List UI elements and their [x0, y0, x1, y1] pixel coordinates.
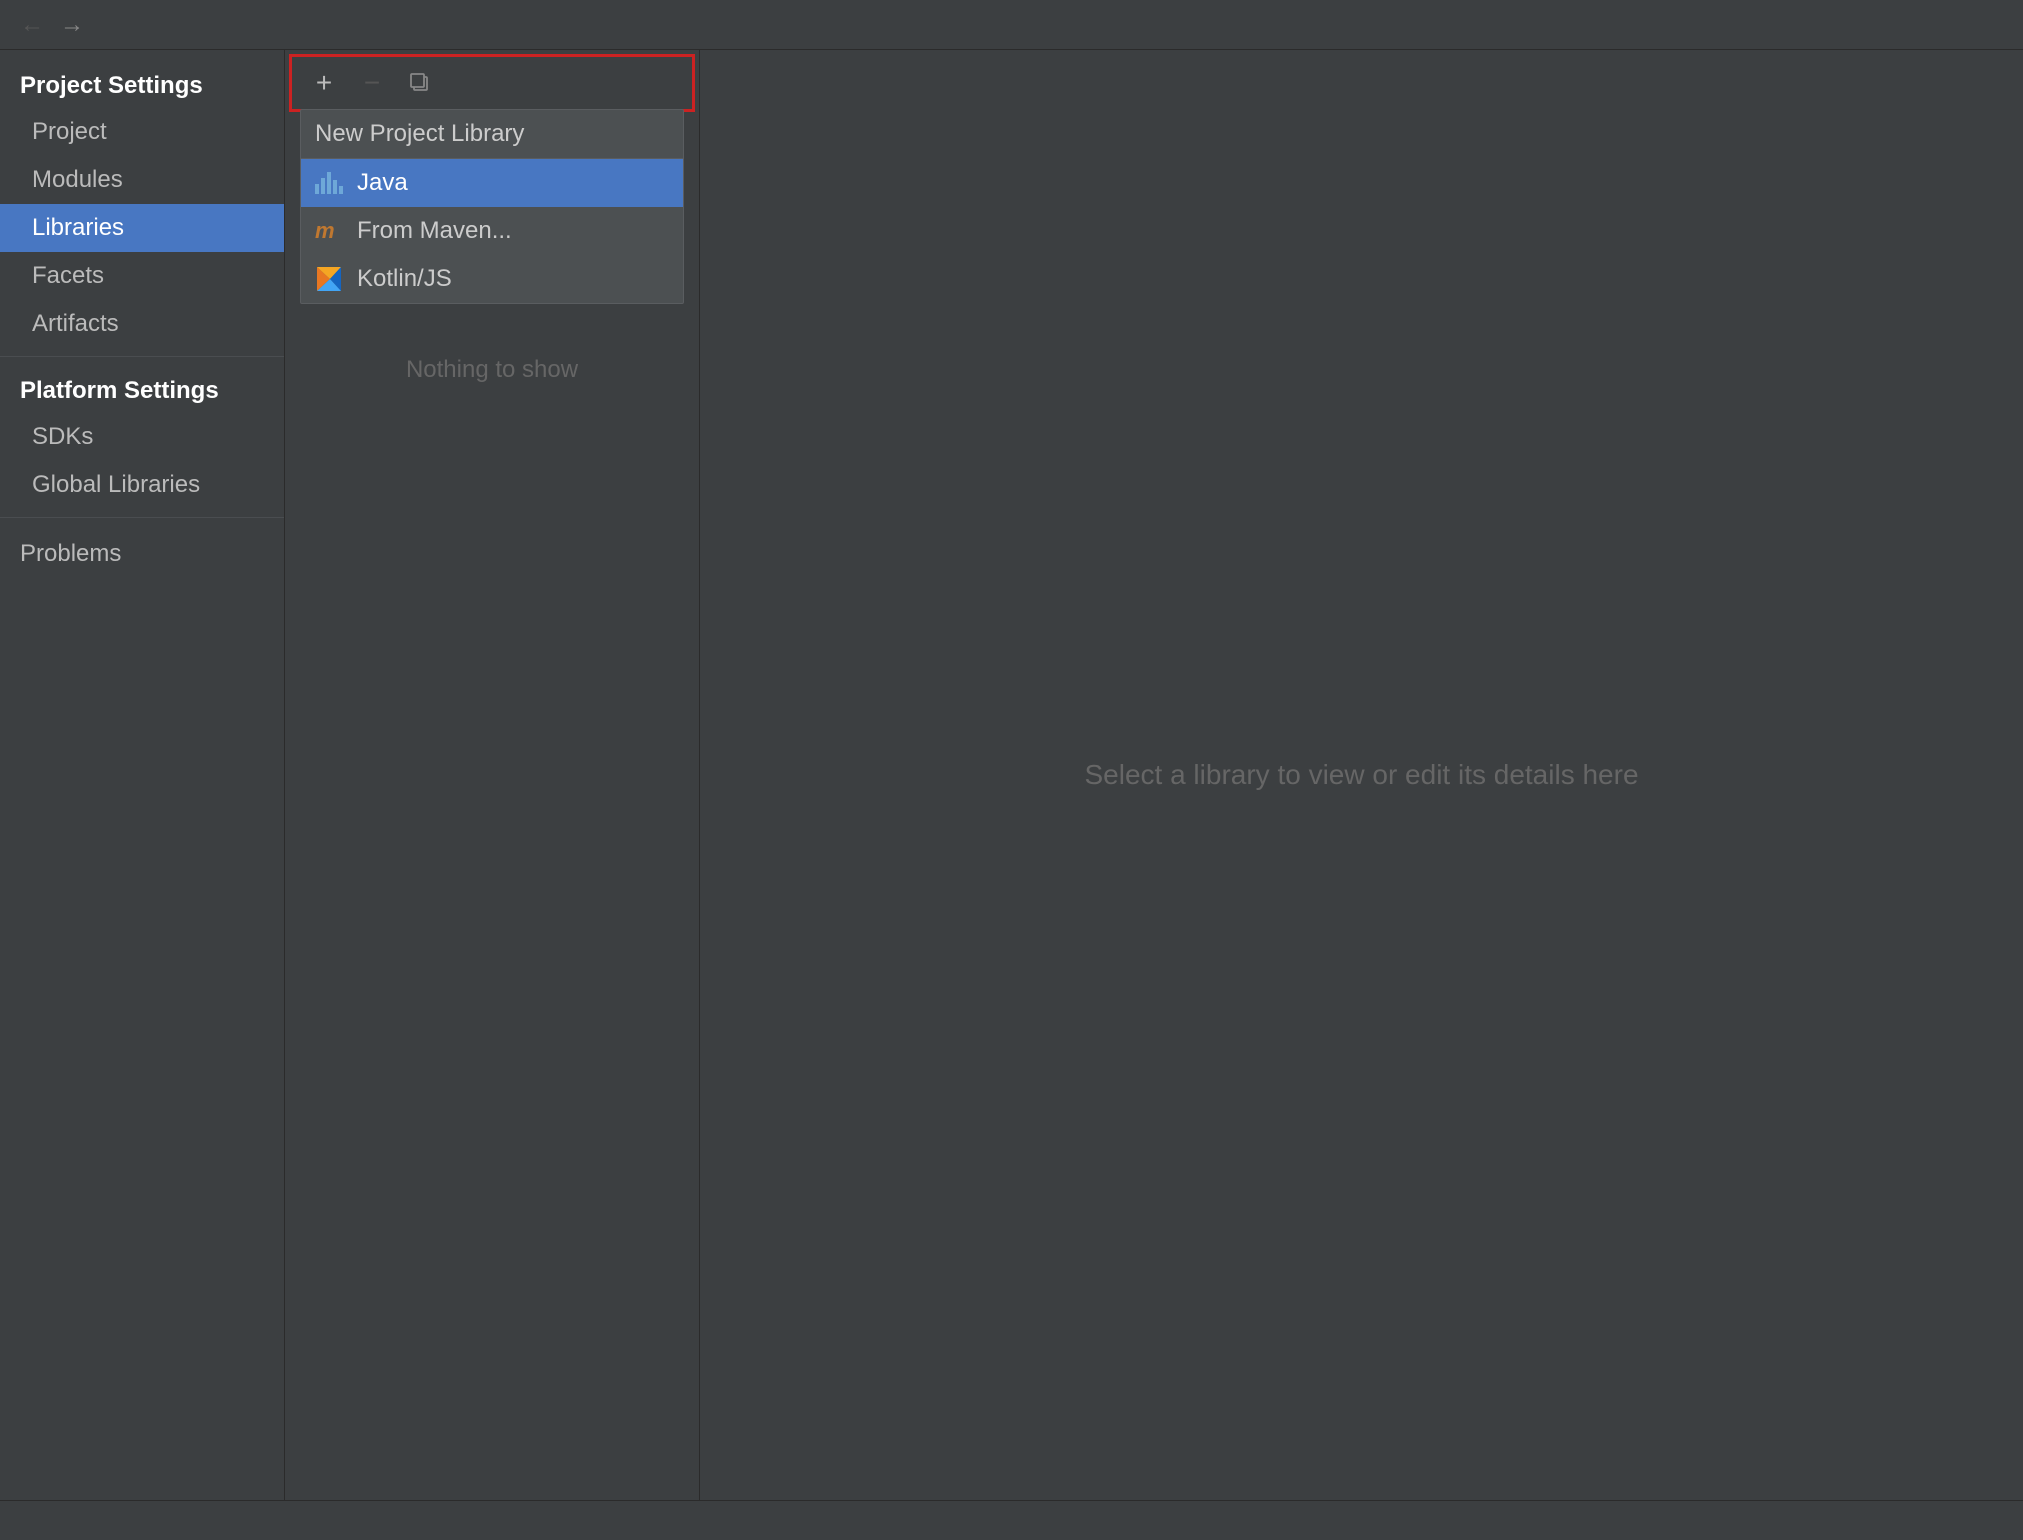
java-icon [315, 172, 343, 194]
dropdown-item-maven-label: From Maven... [357, 217, 512, 245]
new-library-dropdown: New Project Library Java m F [300, 109, 684, 304]
dropdown-item-kotlin-label: Kotlin/JS [357, 265, 452, 293]
sidebar-item-project[interactable]: Project [0, 108, 284, 156]
right-panel: Select a library to view or edit its det… [700, 50, 2023, 1500]
sidebar-item-global-libraries[interactable]: Global Libraries [0, 461, 284, 509]
middle-panel: + − New Project Library [285, 50, 700, 1500]
add-library-button[interactable]: + [304, 65, 344, 101]
platform-settings-title: Platform Settings [0, 365, 284, 413]
sidebar-item-modules[interactable]: Modules [0, 156, 284, 204]
dropdown-item-java[interactable]: Java [301, 159, 683, 207]
nothing-to-show-area: Nothing to show [285, 316, 699, 424]
project-settings-title: Project Settings [0, 60, 284, 108]
sidebar-item-sdks[interactable]: SDKs [0, 413, 284, 461]
sidebar-item-libraries[interactable]: Libraries [0, 204, 284, 252]
dropdown-item-kotlin[interactable]: Kotlin/JS [301, 255, 683, 303]
sidebar-item-artifacts[interactable]: Artifacts [0, 300, 284, 348]
sidebar-item-problems[interactable]: Problems [0, 526, 284, 582]
library-toolbar: + − New Project Library [289, 54, 695, 112]
nothing-to-show-text: Nothing to show [285, 316, 699, 424]
sidebar-divider-2 [0, 517, 284, 518]
kotlin-icon [315, 266, 343, 292]
maven-icon: m [315, 218, 343, 244]
copy-icon [409, 72, 431, 94]
dropdown-header: New Project Library [301, 110, 683, 159]
main-container: Project Settings Project Modules Librari… [0, 50, 2023, 1500]
forward-arrow[interactable]: → [60, 11, 84, 39]
dropdown-item-maven[interactable]: m From Maven... [301, 207, 683, 255]
bottom-bar [0, 1500, 2023, 1540]
top-bar: ← → [0, 0, 2023, 50]
sidebar-item-facets[interactable]: Facets [0, 252, 284, 300]
dropdown-item-java-label: Java [357, 169, 408, 197]
right-panel-message: Select a library to view or edit its det… [1084, 759, 1638, 791]
copy-library-button[interactable] [400, 65, 440, 101]
back-arrow[interactable]: ← [20, 11, 44, 39]
sidebar: Project Settings Project Modules Librari… [0, 50, 285, 1500]
remove-library-button[interactable]: − [352, 65, 392, 101]
sidebar-divider [0, 356, 284, 357]
